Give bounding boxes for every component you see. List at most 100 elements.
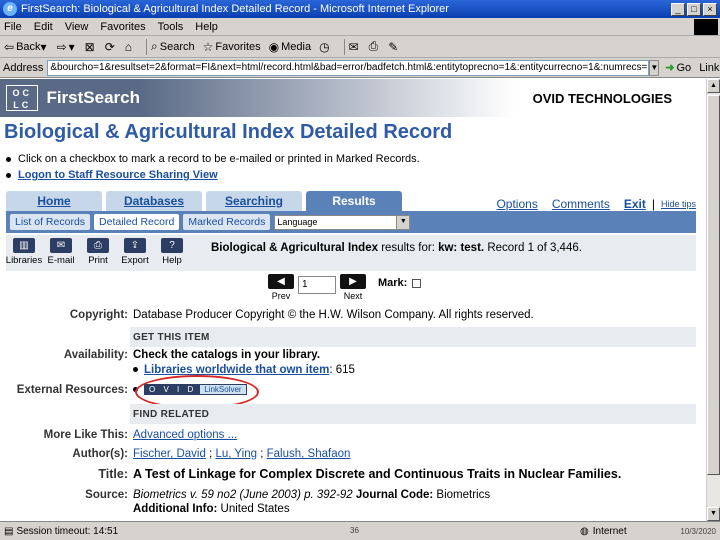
- menu-edit[interactable]: Edit: [34, 21, 53, 33]
- page-title: Biological & Agricultural Index Detailed…: [4, 121, 453, 143]
- forward-arrow-icon: ⇨: [56, 39, 67, 54]
- firstsearch-logo: OC LC FirstSearch: [0, 79, 140, 117]
- email-button[interactable]: ✉ E-mail: [43, 235, 79, 266]
- find-related-header: FIND RELATED: [130, 404, 696, 424]
- firstsearch-header: OC LC FirstSearch OVID TECHNOLOGIES: [0, 79, 706, 117]
- next-arrow-icon: ▶: [340, 274, 366, 289]
- close-button[interactable]: ×: [703, 2, 717, 16]
- get-this-item-header: GET THIS ITEM: [130, 327, 696, 347]
- options-link[interactable]: Options: [496, 197, 537, 211]
- tab-databases[interactable]: Databases: [106, 191, 202, 211]
- address-label: Address: [3, 61, 44, 74]
- stop-icon: ⊠: [84, 39, 95, 54]
- print-icon: ⎙: [87, 238, 109, 253]
- brand-name: FirstSearch: [46, 88, 140, 107]
- scroll-down-icon[interactable]: ▼: [707, 507, 720, 521]
- tips-list: Click on a checkbox to mark a record to …: [6, 151, 420, 183]
- language-select[interactable]: Language ▼: [274, 214, 411, 230]
- menu-file[interactable]: File: [4, 21, 22, 33]
- logon-staff-link[interactable]: Logon to Staff Resource Sharing View: [18, 169, 218, 181]
- mail-button[interactable]: ✉: [349, 40, 361, 54]
- libraries-worldwide-link[interactable]: Libraries worldwide that own item: [144, 364, 329, 376]
- home-icon: ⌂: [124, 39, 133, 54]
- favorites-button[interactable]: ☆ Favorites: [203, 40, 261, 54]
- links-button[interactable]: Links: [699, 62, 720, 74]
- menu-tools[interactable]: Tools: [158, 21, 184, 33]
- forward-button[interactable]: ⇨ ▾: [57, 40, 77, 54]
- scroll-thumb[interactable]: [707, 95, 720, 475]
- minimize-button[interactable]: _: [671, 2, 685, 16]
- page-content: OC LC FirstSearch OVID TECHNOLOGIES Biolo…: [0, 79, 706, 521]
- email-icon: ✉: [50, 238, 72, 253]
- comments-link[interactable]: Comments: [552, 197, 610, 211]
- scroll-up-icon[interactable]: ▲: [707, 79, 720, 93]
- address-dropdown-icon[interactable]: ▼: [649, 59, 660, 76]
- export-icon: ⇪: [124, 238, 146, 253]
- help-icon: ?: [161, 238, 183, 253]
- mail-icon: ✉: [348, 39, 359, 54]
- tab-searching[interactable]: Searching: [206, 191, 302, 211]
- globe-icon: ◍: [580, 525, 589, 537]
- address-input[interactable]: &bourcho=1&resultset=2&format=FI&next=ht…: [47, 59, 650, 76]
- tab-results[interactable]: Results: [306, 191, 402, 211]
- export-button[interactable]: ⇪ Export: [117, 235, 153, 266]
- security-zone: ◍ Internet: [580, 525, 627, 537]
- prev-button[interactable]: ◀ Prev: [268, 274, 294, 301]
- author-link[interactable]: Falush, Shafaon: [267, 448, 351, 460]
- subtab-list-of-records[interactable]: List of Records: [10, 214, 91, 230]
- favorites-icon: ☆: [202, 39, 214, 54]
- edit-button[interactable]: ✎: [388, 40, 400, 54]
- exit-link[interactable]: Exit: [624, 197, 646, 211]
- go-arrow-icon: ➜: [665, 62, 675, 74]
- window-title-bar: e FirstSearch: Biological & Agricultural…: [0, 0, 720, 18]
- mark-checkbox[interactable]: [412, 278, 422, 288]
- library-icon: ▥: [13, 238, 35, 253]
- slide-date: 10/3/2020: [680, 526, 716, 536]
- go-button[interactable]: ➜ Go: [665, 61, 691, 75]
- windows-logo-icon: [694, 18, 718, 35]
- subtab-marked-records[interactable]: Marked Records: [183, 214, 271, 230]
- record-number-input[interactable]: 1: [298, 276, 336, 294]
- history-icon: ◷: [319, 39, 330, 54]
- browser-toolbar: ⇦ Back ▾ ⇨ ▾ ⊠ ⟳ ⌂ ⌕ Search ☆ Favorites ◉ Medi…: [0, 36, 720, 58]
- print-button[interactable]: ⎙: [369, 39, 381, 54]
- results-subtabs: List of Records Detailed Record Marked R…: [6, 211, 696, 233]
- history-button[interactable]: ◷: [319, 40, 331, 54]
- libraries-button[interactable]: ▥ Libraries: [6, 235, 42, 266]
- media-button[interactable]: ◉ Media: [269, 40, 311, 54]
- record-actions: ▥ Libraries ✉ E-mail ⎙ Print ⇪ Export ? Help …: [6, 235, 696, 271]
- internet-explorer-icon: e: [3, 2, 17, 16]
- search-button[interactable]: ⌕ Search: [151, 39, 195, 54]
- tab-home[interactable]: Home: [6, 191, 102, 211]
- prev-arrow-icon: ◀: [268, 274, 294, 289]
- oclc-logo: OC LC: [6, 85, 39, 111]
- subtab-detailed-record[interactable]: Detailed Record: [94, 214, 180, 230]
- vertical-scrollbar[interactable]: ▲ ▼: [706, 79, 720, 521]
- partner-name: OVID TECHNOLOGIES: [532, 90, 672, 106]
- tip-item: Logon to Staff Resource Sharing View: [6, 167, 420, 183]
- author-link[interactable]: Lu, Ying: [215, 448, 257, 460]
- search-icon: ⌕: [151, 39, 158, 53]
- menu-help[interactable]: Help: [195, 21, 218, 33]
- author-link[interactable]: Fischer, David: [133, 448, 206, 460]
- home-button[interactable]: ⌂: [125, 40, 134, 54]
- menu-view[interactable]: View: [65, 21, 89, 33]
- maximize-button[interactable]: □: [687, 2, 701, 16]
- media-icon: ◉: [268, 39, 280, 54]
- refresh-icon: ⟳: [104, 39, 115, 54]
- stop-button[interactable]: ⊠: [85, 40, 97, 54]
- advanced-options-link[interactable]: Advanced options ...: [133, 429, 237, 441]
- printer-icon: ⎙: [368, 39, 379, 53]
- help-button[interactable]: ? Help: [154, 235, 190, 266]
- main-tabs: Home Databases Searching Results Options…: [6, 191, 696, 211]
- back-button[interactable]: ⇦ Back ▾: [4, 40, 49, 54]
- status-bar: ▤ Session timeout: 14:51 36 ◍ Internet 10/…: [0, 521, 720, 540]
- next-button[interactable]: ▶ Next: [340, 274, 366, 301]
- refresh-button[interactable]: ⟳: [105, 40, 117, 54]
- hide-tips-link[interactable]: Hide tips: [661, 199, 696, 209]
- menu-favorites[interactable]: Favorites: [100, 21, 145, 33]
- chevron-down-icon: ▼: [396, 215, 410, 229]
- session-timeout: Session timeout: 14:51: [16, 525, 119, 537]
- edit-icon: ✎: [388, 39, 399, 54]
- print-record-button[interactable]: ⎙ Print: [80, 235, 116, 266]
